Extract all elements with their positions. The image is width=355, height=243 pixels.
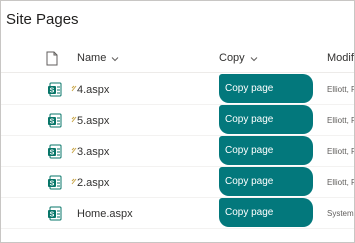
sharepoint-page-icon: S (47, 175, 62, 190)
svg-text:S: S (50, 150, 55, 157)
table-row[interactable]: S 3.aspx Copy page Elliott, F (1, 136, 355, 167)
copy-page-button[interactable]: Copy page (219, 167, 313, 196)
list-header: Name Copy Modif (1, 43, 354, 73)
file-name-link[interactable]: 4.aspx (77, 84, 109, 96)
modified-by: System (327, 209, 354, 218)
modified-by: Elliott, F (327, 147, 355, 156)
copy-page-button[interactable]: Copy page (219, 105, 313, 134)
copy-page-button[interactable]: Copy page (219, 198, 313, 227)
file-name-link[interactable]: 2.aspx (77, 177, 109, 189)
svg-text:S: S (50, 212, 55, 219)
column-header-name[interactable]: Name (77, 52, 119, 64)
svg-text:S: S (50, 119, 55, 126)
table-row[interactable]: S 2.aspx Copy page Elliott, F (1, 167, 355, 198)
column-header-copy[interactable]: Copy (219, 52, 258, 64)
sharepoint-page-icon: S (47, 82, 62, 97)
svg-text:S: S (50, 181, 55, 188)
document-icon[interactable] (46, 51, 58, 66)
table-row[interactable]: S Home.aspx Copy page System (1, 198, 354, 229)
sharepoint-page-icon: S (47, 113, 62, 128)
page-title: Site Pages (6, 11, 79, 28)
chevron-down-icon (111, 54, 119, 62)
table-row[interactable]: S 4.aspx Copy page Elliott, F (1, 74, 355, 105)
file-name-link[interactable]: 5.aspx (77, 115, 109, 127)
copy-page-button[interactable]: Copy page (219, 136, 313, 165)
modified-by: Elliott, F (327, 85, 355, 94)
table-row[interactable]: S 5.aspx Copy page Elliott, F (1, 105, 355, 136)
modified-by: Elliott, F (327, 116, 355, 125)
file-name-link[interactable]: 3.aspx (77, 146, 109, 158)
column-header-modified-label: Modif (327, 52, 354, 64)
svg-text:S: S (50, 88, 55, 95)
column-header-name-label: Name (77, 52, 107, 64)
site-pages-panel: Site Pages Name Copy Modif S 4.aspx Copy… (0, 0, 355, 243)
sharepoint-page-icon: S (47, 144, 62, 159)
modified-by: Elliott, F (327, 178, 355, 187)
column-header-modified[interactable]: Modif (327, 52, 354, 64)
chevron-down-icon (250, 54, 258, 62)
file-name-link[interactable]: Home.aspx (77, 208, 133, 220)
copy-page-button[interactable]: Copy page (219, 74, 313, 103)
column-header-copy-label: Copy (219, 52, 245, 64)
sharepoint-page-icon: S (47, 206, 62, 221)
